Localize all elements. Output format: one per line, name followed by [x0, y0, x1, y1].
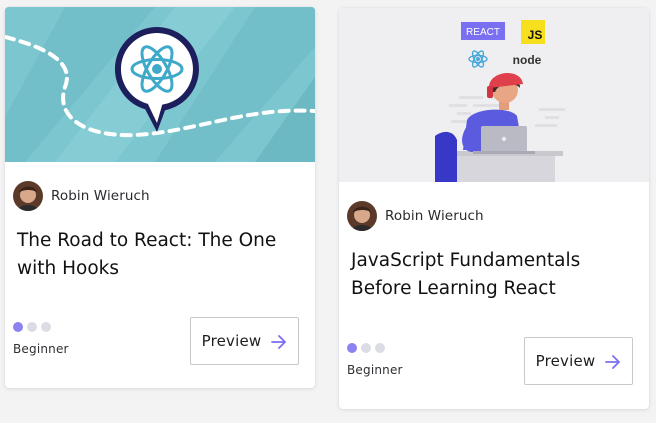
node-logo: node — [513, 53, 542, 67]
course-level: Beginner — [347, 343, 403, 377]
level-dot-active — [13, 322, 23, 332]
arrow-right-icon — [605, 354, 621, 369]
course-card[interactable]: REACT JS node Robin Wieruch JavaScript F… — [339, 8, 649, 409]
react-bubble-illustration — [5, 7, 315, 162]
level-label: Beginner — [347, 363, 403, 377]
level-dot-inactive — [375, 343, 385, 353]
preview-button[interactable]: Preview — [190, 317, 299, 365]
course-author: Robin Wieruch — [347, 201, 484, 231]
course-level: Beginner — [13, 322, 69, 356]
author-name[interactable]: Robin Wieruch — [51, 188, 150, 204]
course-card[interactable]: Robin Wieruch The Road to React: The One… — [5, 7, 315, 388]
level-dot-inactive — [41, 322, 51, 332]
level-dot-inactive — [361, 343, 371, 353]
course-author: Robin Wieruch — [13, 181, 150, 211]
course-cover-image: REACT JS node — [339, 8, 649, 182]
course-cover-image — [5, 7, 315, 162]
preview-button-label: Preview — [201, 332, 262, 350]
author-avatar — [347, 201, 377, 231]
level-indicator — [13, 322, 69, 332]
js-badge-text: JS — [528, 28, 543, 42]
arrow-right-icon — [271, 334, 287, 349]
preview-button[interactable]: Preview — [524, 337, 633, 385]
level-label: Beginner — [13, 342, 69, 356]
course-title[interactable]: JavaScript Fundamentals Before Learning … — [351, 247, 637, 303]
author-name[interactable]: Robin Wieruch — [385, 208, 484, 224]
level-dot-inactive — [27, 322, 37, 332]
course-title[interactable]: The Road to React: The One with Hooks — [17, 227, 303, 283]
preview-button-label: Preview — [535, 352, 596, 370]
level-indicator — [347, 343, 403, 353]
developer-at-laptop-illustration: REACT JS node — [339, 8, 649, 182]
level-dot-active — [347, 343, 357, 353]
author-avatar — [13, 181, 43, 211]
react-badge-text: REACT — [466, 27, 500, 38]
